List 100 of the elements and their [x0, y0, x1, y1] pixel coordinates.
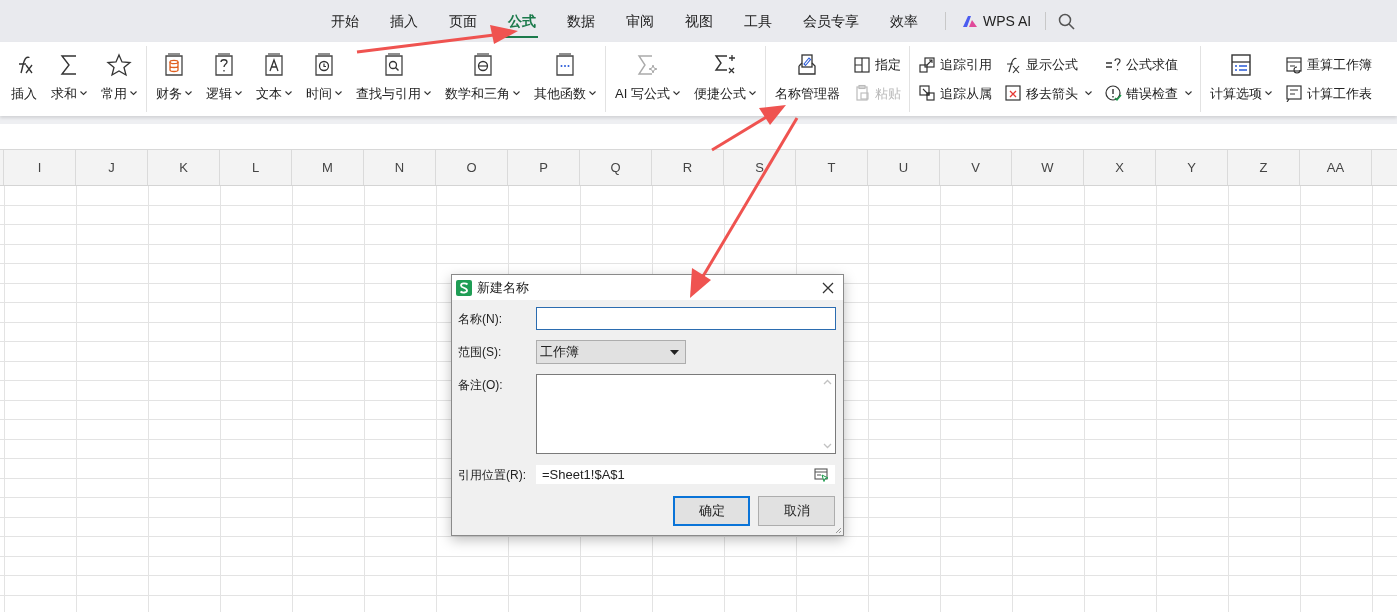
caret-icon [672, 91, 680, 97]
ribbon-button[interactable]: 显示公式 [1003, 55, 1092, 75]
dropdown-arrow-icon [670, 349, 679, 355]
caret-icon [285, 91, 292, 97]
name-input-field[interactable] [536, 307, 836, 330]
cross-box-icon [1003, 84, 1022, 103]
star-icon [106, 52, 132, 78]
caret-icon [235, 91, 242, 97]
ribbon-tab[interactable]: 视图 [669, 0, 728, 42]
caret-icon [1264, 91, 1272, 97]
ribbon-tab[interactable]: 会员专享 [787, 0, 874, 42]
ribbon-button[interactable]: 追踪从属 [917, 83, 992, 103]
ribbon-tab[interactable]: 页面 [433, 0, 492, 42]
warning-check-icon [1103, 84, 1122, 103]
ribbon-button[interactable]: AI 写公式 [612, 46, 683, 112]
caret-icon [424, 91, 431, 97]
close-icon[interactable] [821, 280, 835, 295]
caret-icon [589, 91, 596, 97]
dialog-title: 新建名称 [477, 278, 530, 297]
field-label: 备注(O): [458, 377, 504, 394]
field-label: 引用位置(R): [458, 466, 527, 484]
wps-ai-logo-icon [962, 14, 978, 28]
resize-grip-icon[interactable] [834, 526, 842, 534]
ribbon-button[interactable]: 错误检查 [1103, 83, 1192, 103]
range-select-icon[interactable] [814, 467, 829, 482]
clock-icon [313, 52, 335, 78]
reference-input-field[interactable]: =Sheet1!$A$1 [536, 465, 835, 484]
ribbon-button[interactable]: 移去箭头 [1003, 83, 1092, 103]
dots-icon [554, 52, 576, 78]
ai-button[interactable]: WPS AI [958, 10, 1036, 32]
column-header[interactable]: Z [1228, 150, 1300, 185]
caret-icon [1184, 90, 1192, 96]
caret-icon [80, 91, 87, 97]
text-icon [263, 52, 285, 78]
column-header[interactable]: Q [580, 150, 652, 185]
column-header[interactable]: M [292, 150, 364, 185]
database-icon [163, 52, 185, 78]
field-label: 范围(S): [458, 344, 503, 361]
magnifier-icon [382, 52, 405, 78]
ribbon-button[interactable]: 查找与引用 [353, 46, 434, 112]
ribbon-button[interactable]: 求和 [48, 46, 90, 112]
ok-button[interactable]: 确定 [673, 496, 750, 526]
column-header[interactable]: U [868, 150, 940, 185]
trace-arrow-icon [917, 84, 936, 103]
ribbon-button[interactable]: 常用 [98, 46, 140, 112]
column-header[interactable]: X [1084, 150, 1156, 185]
sheet-refresh-icon [1284, 55, 1303, 74]
ribbon-tab[interactable]: 效率 [874, 0, 933, 42]
comment-text-area[interactable] [536, 374, 836, 454]
column-header[interactable]: O [436, 150, 508, 185]
ribbon-button[interactable]: 数学和三角 [442, 46, 523, 112]
column-header[interactable]: R [652, 150, 724, 185]
ribbon-tab[interactable]: 工具 [728, 0, 787, 42]
column-header[interactable]: N [364, 150, 436, 185]
ribbon-button[interactable]: 计算工作表 [1284, 83, 1372, 103]
caret-icon [185, 91, 192, 97]
ribbon-button[interactable]: 公式求值 [1103, 55, 1192, 75]
column-header[interactable]: AA [1300, 150, 1372, 185]
ribbon-button[interactable]: 其他函数 [531, 46, 599, 112]
column-header[interactable]: P [508, 150, 580, 185]
column-header[interactable]: I [4, 150, 76, 185]
ribbon-button[interactable]: 重算工作簿 [1284, 55, 1372, 75]
caret-icon [130, 91, 137, 97]
ribbon-tab[interactable]: 插入 [374, 0, 433, 42]
field-label: 名称(N): [458, 310, 503, 328]
ribbon-tab[interactable]: 开始 [315, 0, 374, 42]
column-header[interactable]: Y [1156, 150, 1228, 185]
app-logo-icon [456, 279, 472, 296]
ribbon-tab[interactable]: 审阅 [610, 0, 669, 42]
column-header[interactable]: L [220, 150, 292, 185]
column-header[interactable]: T [796, 150, 868, 185]
column-header[interactable]: S [724, 150, 796, 185]
ribbon-button[interactable]: 便捷公式 [690, 46, 759, 112]
equals-question-icon [1103, 55, 1122, 74]
ribbon-tab[interactable]: 公式 [492, 0, 551, 42]
sigma-sparkle-icon [635, 52, 660, 78]
ribbon-button[interactable]: 财务 [153, 46, 195, 112]
cancel-button[interactable]: 取消 [758, 496, 835, 526]
ribbon-button[interactable]: 名称管理器 [771, 46, 843, 112]
ribbon-button[interactable]: 时间 [303, 46, 345, 112]
column-header[interactable]: V [940, 150, 1012, 185]
question-icon [213, 52, 235, 78]
ribbon-button[interactable]: 逻辑 [203, 46, 245, 112]
ribbon-button[interactable]: 指定 [852, 55, 901, 75]
grid-icon [852, 55, 871, 74]
caret-icon [1084, 90, 1092, 96]
ribbon-button[interactable]: 追踪引用 [917, 55, 992, 75]
caret-icon [513, 91, 520, 97]
column-header[interactable]: W [1012, 150, 1084, 185]
ribbon-button[interactable]: 插入 [8, 46, 40, 112]
caret-icon [335, 91, 342, 97]
ribbon-button[interactable]: 文本 [253, 46, 295, 112]
column-header[interactable]: K [148, 150, 220, 185]
ribbon-tab[interactable]: 数据 [551, 0, 610, 42]
scope-dropdown[interactable]: 工作簿 [536, 340, 686, 364]
trace-arrow-icon [917, 55, 936, 74]
ribbon-button[interactable]: 计算选项 [1206, 46, 1275, 112]
column-header[interactable]: J [76, 150, 148, 185]
search-icon[interactable] [1056, 11, 1077, 31]
caret-icon [748, 91, 756, 97]
